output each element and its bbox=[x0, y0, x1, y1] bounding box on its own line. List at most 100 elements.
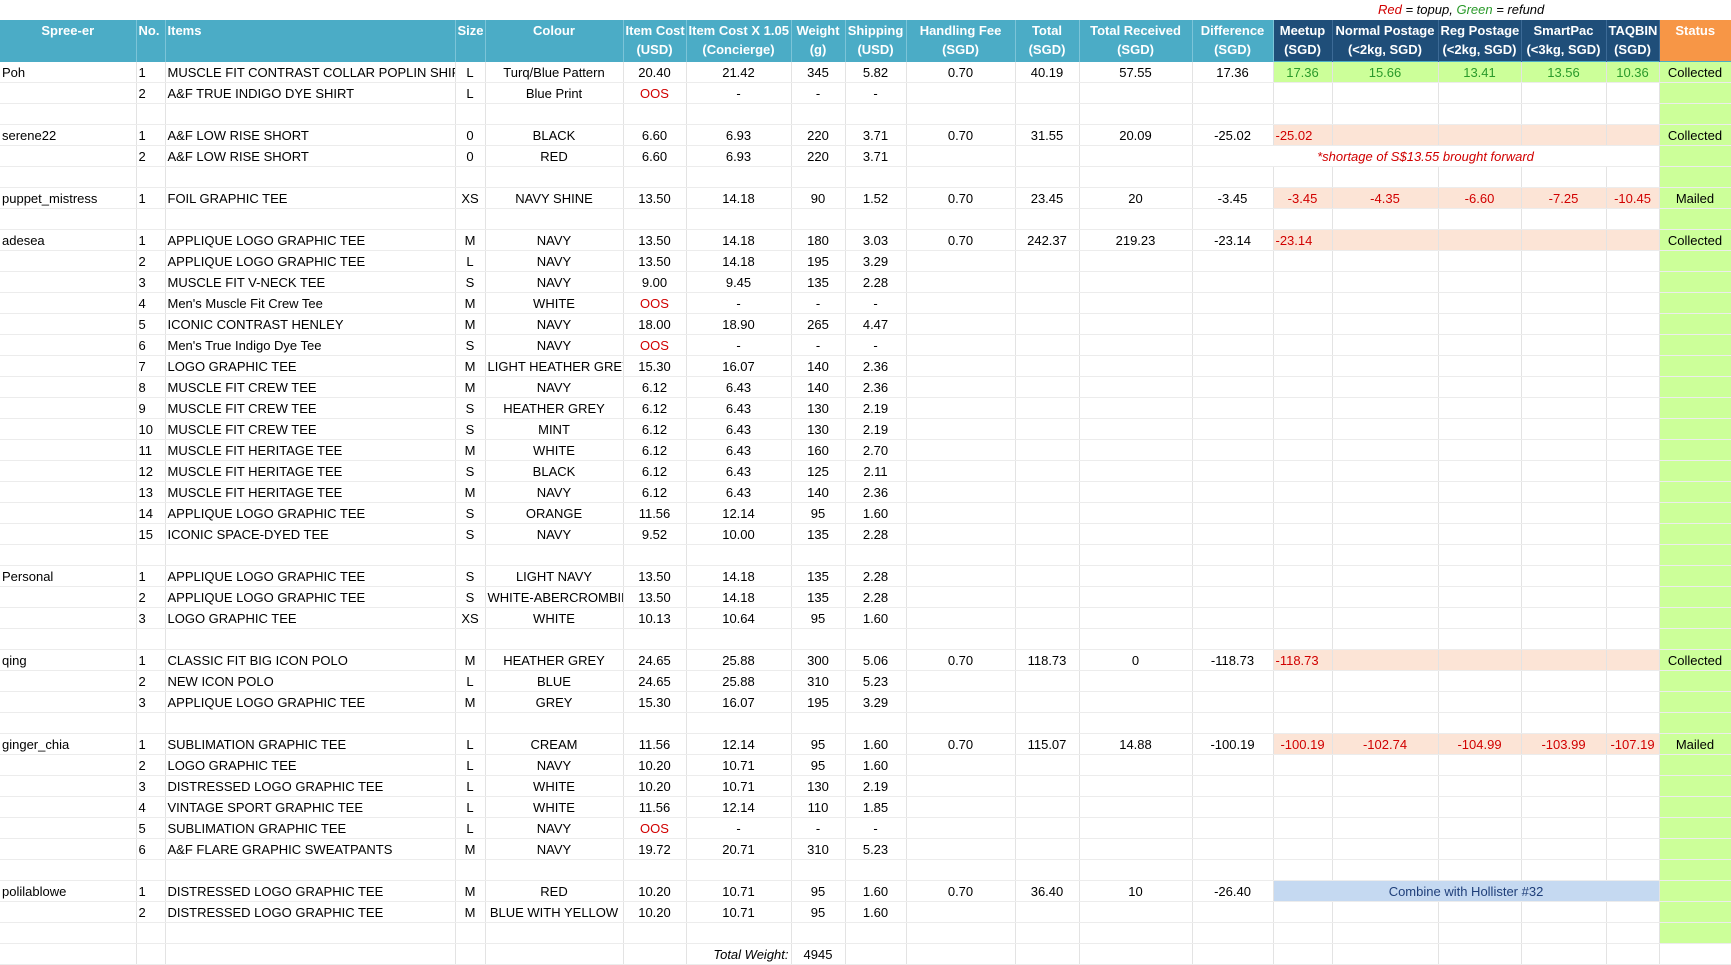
cell-size[interactable]: L bbox=[455, 733, 486, 755]
cell-weight[interactable] bbox=[791, 208, 846, 230]
header-weight[interactable]: Weight (g) bbox=[791, 20, 846, 62]
cell-size[interactable]: S bbox=[455, 565, 486, 587]
cell-no[interactable]: 11 bbox=[136, 439, 166, 461]
cell-normal-postage[interactable] bbox=[1332, 418, 1439, 440]
cell-spreeer[interactable] bbox=[0, 439, 137, 461]
cell-reg-postage[interactable] bbox=[1438, 313, 1522, 335]
cell-colour[interactable]: LIGHT HEATHER GREY bbox=[485, 355, 624, 377]
cell-item-cost[interactable]: OOS bbox=[623, 334, 687, 356]
cell-normal-postage[interactable] bbox=[1332, 586, 1439, 608]
cell-total[interactable] bbox=[1015, 754, 1080, 776]
cell-meetup[interactable] bbox=[1273, 754, 1333, 776]
cell-shipping[interactable]: 1.60 bbox=[845, 754, 907, 776]
cell-handling-fee[interactable] bbox=[906, 502, 1016, 524]
cell-total-received[interactable] bbox=[1079, 922, 1193, 944]
cell-status[interactable] bbox=[1659, 502, 1731, 524]
cell-reg-postage[interactable] bbox=[1438, 712, 1522, 734]
cell-colour[interactable] bbox=[485, 208, 624, 230]
cell-item[interactable] bbox=[165, 922, 456, 944]
cell-meetup[interactable]: -23.14 bbox=[1273, 229, 1333, 251]
cell-weight[interactable]: - bbox=[791, 334, 846, 356]
cell-meetup[interactable] bbox=[1273, 817, 1333, 839]
cell-difference[interactable] bbox=[1192, 166, 1274, 188]
cell-spreeer[interactable]: Poh bbox=[0, 61, 137, 83]
cell-difference[interactable] bbox=[1192, 670, 1274, 692]
cell-difference[interactable]: -3.45 bbox=[1192, 187, 1274, 209]
header-size[interactable]: Size bbox=[455, 20, 486, 62]
cell-item[interactable]: SUBLIMATION GRAPHIC TEE bbox=[165, 733, 456, 755]
cell-difference[interactable] bbox=[1192, 901, 1274, 923]
cell-size[interactable] bbox=[455, 628, 486, 650]
cell-difference[interactable] bbox=[1192, 439, 1274, 461]
cell-item[interactable] bbox=[165, 544, 456, 566]
cell-size[interactable]: 0 bbox=[455, 145, 486, 167]
cell-weight[interactable]: 130 bbox=[791, 397, 846, 419]
cell-total-received[interactable] bbox=[1079, 418, 1193, 440]
cell-smartpac[interactable] bbox=[1521, 166, 1607, 188]
cell-colour[interactable]: NAVY bbox=[485, 376, 624, 398]
cell-weight[interactable]: 95 bbox=[791, 901, 846, 923]
cell-meetup[interactable] bbox=[1273, 523, 1333, 545]
cell-shipping[interactable] bbox=[845, 922, 907, 944]
cell-meetup[interactable] bbox=[1273, 712, 1333, 734]
cell-weight[interactable]: - bbox=[791, 82, 846, 104]
cell-reg-postage[interactable] bbox=[1438, 439, 1522, 461]
cell-item[interactable]: LOGO GRAPHIC TEE bbox=[165, 754, 456, 776]
cell-colour[interactable] bbox=[485, 544, 624, 566]
cell-reg-postage[interactable] bbox=[1438, 670, 1522, 692]
cell-meetup[interactable] bbox=[1273, 397, 1333, 419]
cell-handling-fee[interactable] bbox=[906, 250, 1016, 272]
cell-status[interactable] bbox=[1659, 481, 1731, 503]
cell-colour[interactable]: NAVY bbox=[485, 754, 624, 776]
header-meetup[interactable]: Meetup (SGD) bbox=[1273, 20, 1333, 62]
cell-meetup[interactable] bbox=[1273, 796, 1333, 818]
cell-normal-postage[interactable] bbox=[1332, 754, 1439, 776]
cell-total[interactable] bbox=[1015, 82, 1080, 104]
cell-smartpac[interactable] bbox=[1521, 481, 1607, 503]
cell-total[interactable]: 242.37 bbox=[1015, 229, 1080, 251]
cell-weight[interactable]: 220 bbox=[791, 145, 846, 167]
cell-spreeer[interactable] bbox=[0, 355, 137, 377]
cell-normal-postage[interactable] bbox=[1332, 313, 1439, 335]
cell-colour[interactable]: CREAM bbox=[485, 733, 624, 755]
cell-reg-postage[interactable] bbox=[1438, 376, 1522, 398]
cell-item-cost[interactable] bbox=[623, 712, 687, 734]
cell-total[interactable] bbox=[1015, 523, 1080, 545]
cell-size[interactable]: M bbox=[455, 376, 486, 398]
cell-size[interactable]: S bbox=[455, 334, 486, 356]
cell-taqbin[interactable] bbox=[1606, 355, 1660, 377]
cell-meetup[interactable] bbox=[1273, 775, 1333, 797]
cell-taqbin[interactable] bbox=[1606, 376, 1660, 398]
cell-smartpac[interactable] bbox=[1521, 628, 1607, 650]
cell-handling-fee[interactable] bbox=[906, 586, 1016, 608]
cell-total[interactable]: 36.40 bbox=[1015, 880, 1080, 902]
cell-item[interactable]: LOGO GRAPHIC TEE bbox=[165, 355, 456, 377]
cell-item-cost[interactable]: 10.13 bbox=[623, 607, 687, 629]
cell-spreeer[interactable] bbox=[0, 166, 137, 188]
cell-taqbin[interactable] bbox=[1606, 754, 1660, 776]
cell-item-cost[interactable]: 13.50 bbox=[623, 586, 687, 608]
cell-handling-fee[interactable] bbox=[906, 460, 1016, 482]
cell-item-cost[interactable]: 6.60 bbox=[623, 145, 687, 167]
cell-smartpac[interactable] bbox=[1521, 607, 1607, 629]
cell-concierge[interactable]: 12.14 bbox=[686, 796, 792, 818]
cell-colour[interactable]: NAVY bbox=[485, 817, 624, 839]
cell-status[interactable] bbox=[1659, 355, 1731, 377]
cell-smartpac[interactable] bbox=[1521, 586, 1607, 608]
cell-concierge[interactable]: 6.43 bbox=[686, 460, 792, 482]
cell-meetup[interactable] bbox=[1273, 838, 1333, 860]
cell-normal-postage[interactable] bbox=[1332, 103, 1439, 125]
cell-total-received[interactable] bbox=[1079, 166, 1193, 188]
cell-meetup[interactable] bbox=[1273, 250, 1333, 272]
cell-handling-fee[interactable] bbox=[906, 481, 1016, 503]
cell-size[interactable]: S bbox=[455, 418, 486, 440]
cell-status[interactable] bbox=[1659, 817, 1731, 839]
cell-total-received[interactable] bbox=[1079, 355, 1193, 377]
cell-colour[interactable] bbox=[485, 628, 624, 650]
cell-difference[interactable] bbox=[1192, 565, 1274, 587]
cell-handling-fee[interactable] bbox=[906, 313, 1016, 335]
cell-taqbin[interactable] bbox=[1606, 691, 1660, 713]
cell-item-cost[interactable]: 19.72 bbox=[623, 838, 687, 860]
cell-total-received[interactable] bbox=[1079, 712, 1193, 734]
cell-shipping[interactable]: 2.36 bbox=[845, 481, 907, 503]
